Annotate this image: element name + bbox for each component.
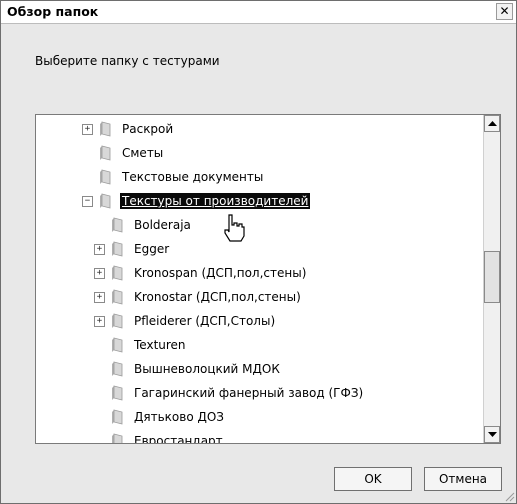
scroll-up-button[interactable] bbox=[484, 115, 500, 132]
tree-item-label[interactable]: Евростандарт bbox=[132, 433, 225, 443]
folder-icon bbox=[112, 361, 123, 377]
tree-item[interactable]: − Текстуры от производителей bbox=[36, 190, 484, 212]
tree-item-label[interactable]: Texturen bbox=[132, 337, 188, 353]
folder-icon bbox=[112, 313, 123, 329]
expand-icon[interactable]: + bbox=[94, 244, 105, 255]
tree-item-label[interactable]: Bolderaja bbox=[132, 217, 193, 233]
dialog-title: Обзор папок bbox=[7, 4, 99, 19]
collapse-icon[interactable]: − bbox=[82, 196, 93, 207]
expand-icon[interactable]: + bbox=[94, 316, 105, 327]
tree-item-label[interactable]: Текстуры от производителей bbox=[120, 193, 311, 209]
tree-item[interactable]: + Egger bbox=[36, 238, 484, 260]
folder-icon bbox=[112, 217, 123, 233]
tree-item-label[interactable]: Kronostar (ДСП,пол,стены) bbox=[132, 289, 303, 305]
tree-item[interactable]: + Kronospan (ДСП,пол,стены) bbox=[36, 262, 484, 284]
tree-item-label[interactable]: Текстовые документы bbox=[120, 169, 265, 185]
scroll-thumb[interactable] bbox=[484, 251, 500, 303]
expand-icon[interactable]: + bbox=[94, 268, 105, 279]
folder-icon bbox=[112, 289, 123, 305]
folder-icon bbox=[100, 193, 111, 209]
folder-icon bbox=[112, 241, 123, 257]
expand-icon[interactable]: + bbox=[94, 292, 105, 303]
folder-icon bbox=[112, 265, 123, 281]
hand-cursor-icon bbox=[224, 214, 245, 242]
folder-icon bbox=[112, 409, 123, 425]
tree-item[interactable]: Вышневолоцкий МДОК bbox=[36, 358, 484, 380]
ok-button[interactable]: OK bbox=[334, 467, 412, 491]
tree-item-label[interactable]: Egger bbox=[132, 241, 171, 257]
folder-tree[interactable]: + Раскрой Сметы Текстовые документы − Текстур… bbox=[35, 114, 501, 444]
browse-folder-dialog: Обзор папок ✕ Выберите папку с тестурами… bbox=[0, 0, 517, 504]
tree-item[interactable]: Bolderaja bbox=[36, 214, 484, 236]
tree-item[interactable]: + Kronostar (ДСП,пол,стены) bbox=[36, 286, 484, 308]
folder-icon bbox=[112, 337, 123, 353]
arrow-down-icon bbox=[488, 432, 497, 437]
tree-item-label[interactable]: Pfleiderer (ДСП,Столы) bbox=[132, 313, 277, 329]
folder-icon bbox=[100, 145, 111, 161]
tree-item-label[interactable]: Kronospan (ДСП,пол,стены) bbox=[132, 265, 308, 281]
resize-grip-icon[interactable] bbox=[503, 490, 515, 502]
folder-icon bbox=[100, 121, 111, 137]
tree-item[interactable]: Texturen bbox=[36, 334, 484, 356]
tree-item-label[interactable]: Вышневолоцкий МДОК bbox=[132, 361, 282, 377]
cancel-button[interactable]: Отмена bbox=[424, 467, 502, 491]
tree-rows: + Раскрой Сметы Текстовые документы − Текстур… bbox=[36, 115, 484, 443]
tree-item[interactable]: + Pfleiderer (ДСП,Столы) bbox=[36, 310, 484, 332]
tree-item[interactable]: Гагаринский фанерный завод (ГФЗ) bbox=[36, 382, 484, 404]
tree-item[interactable]: Евростандарт bbox=[36, 430, 484, 443]
tree-item-label[interactable]: Дятьково ДОЗ bbox=[132, 409, 226, 425]
folder-icon bbox=[112, 385, 123, 401]
tree-item-label[interactable]: Сметы bbox=[120, 145, 165, 161]
expand-icon[interactable]: + bbox=[82, 124, 93, 135]
vertical-scrollbar[interactable] bbox=[483, 115, 500, 443]
arrow-up-icon bbox=[488, 121, 497, 126]
tree-item[interactable]: + Раскрой bbox=[36, 118, 484, 140]
folder-icon bbox=[100, 169, 111, 185]
close-button[interactable]: ✕ bbox=[496, 3, 513, 20]
tree-item[interactable]: Сметы bbox=[36, 142, 484, 164]
tree-item-label[interactable]: Раскрой bbox=[120, 121, 175, 137]
instruction-text: Выберите папку с тестурами bbox=[35, 54, 220, 68]
scroll-down-button[interactable] bbox=[484, 426, 500, 443]
title-bar[interactable]: Обзор папок ✕ bbox=[1, 1, 516, 24]
tree-item-label[interactable]: Гагаринский фанерный завод (ГФЗ) bbox=[132, 385, 365, 401]
tree-item[interactable]: Текстовые документы bbox=[36, 166, 484, 188]
tree-item[interactable]: Дятьково ДОЗ bbox=[36, 406, 484, 428]
folder-icon bbox=[112, 433, 123, 443]
